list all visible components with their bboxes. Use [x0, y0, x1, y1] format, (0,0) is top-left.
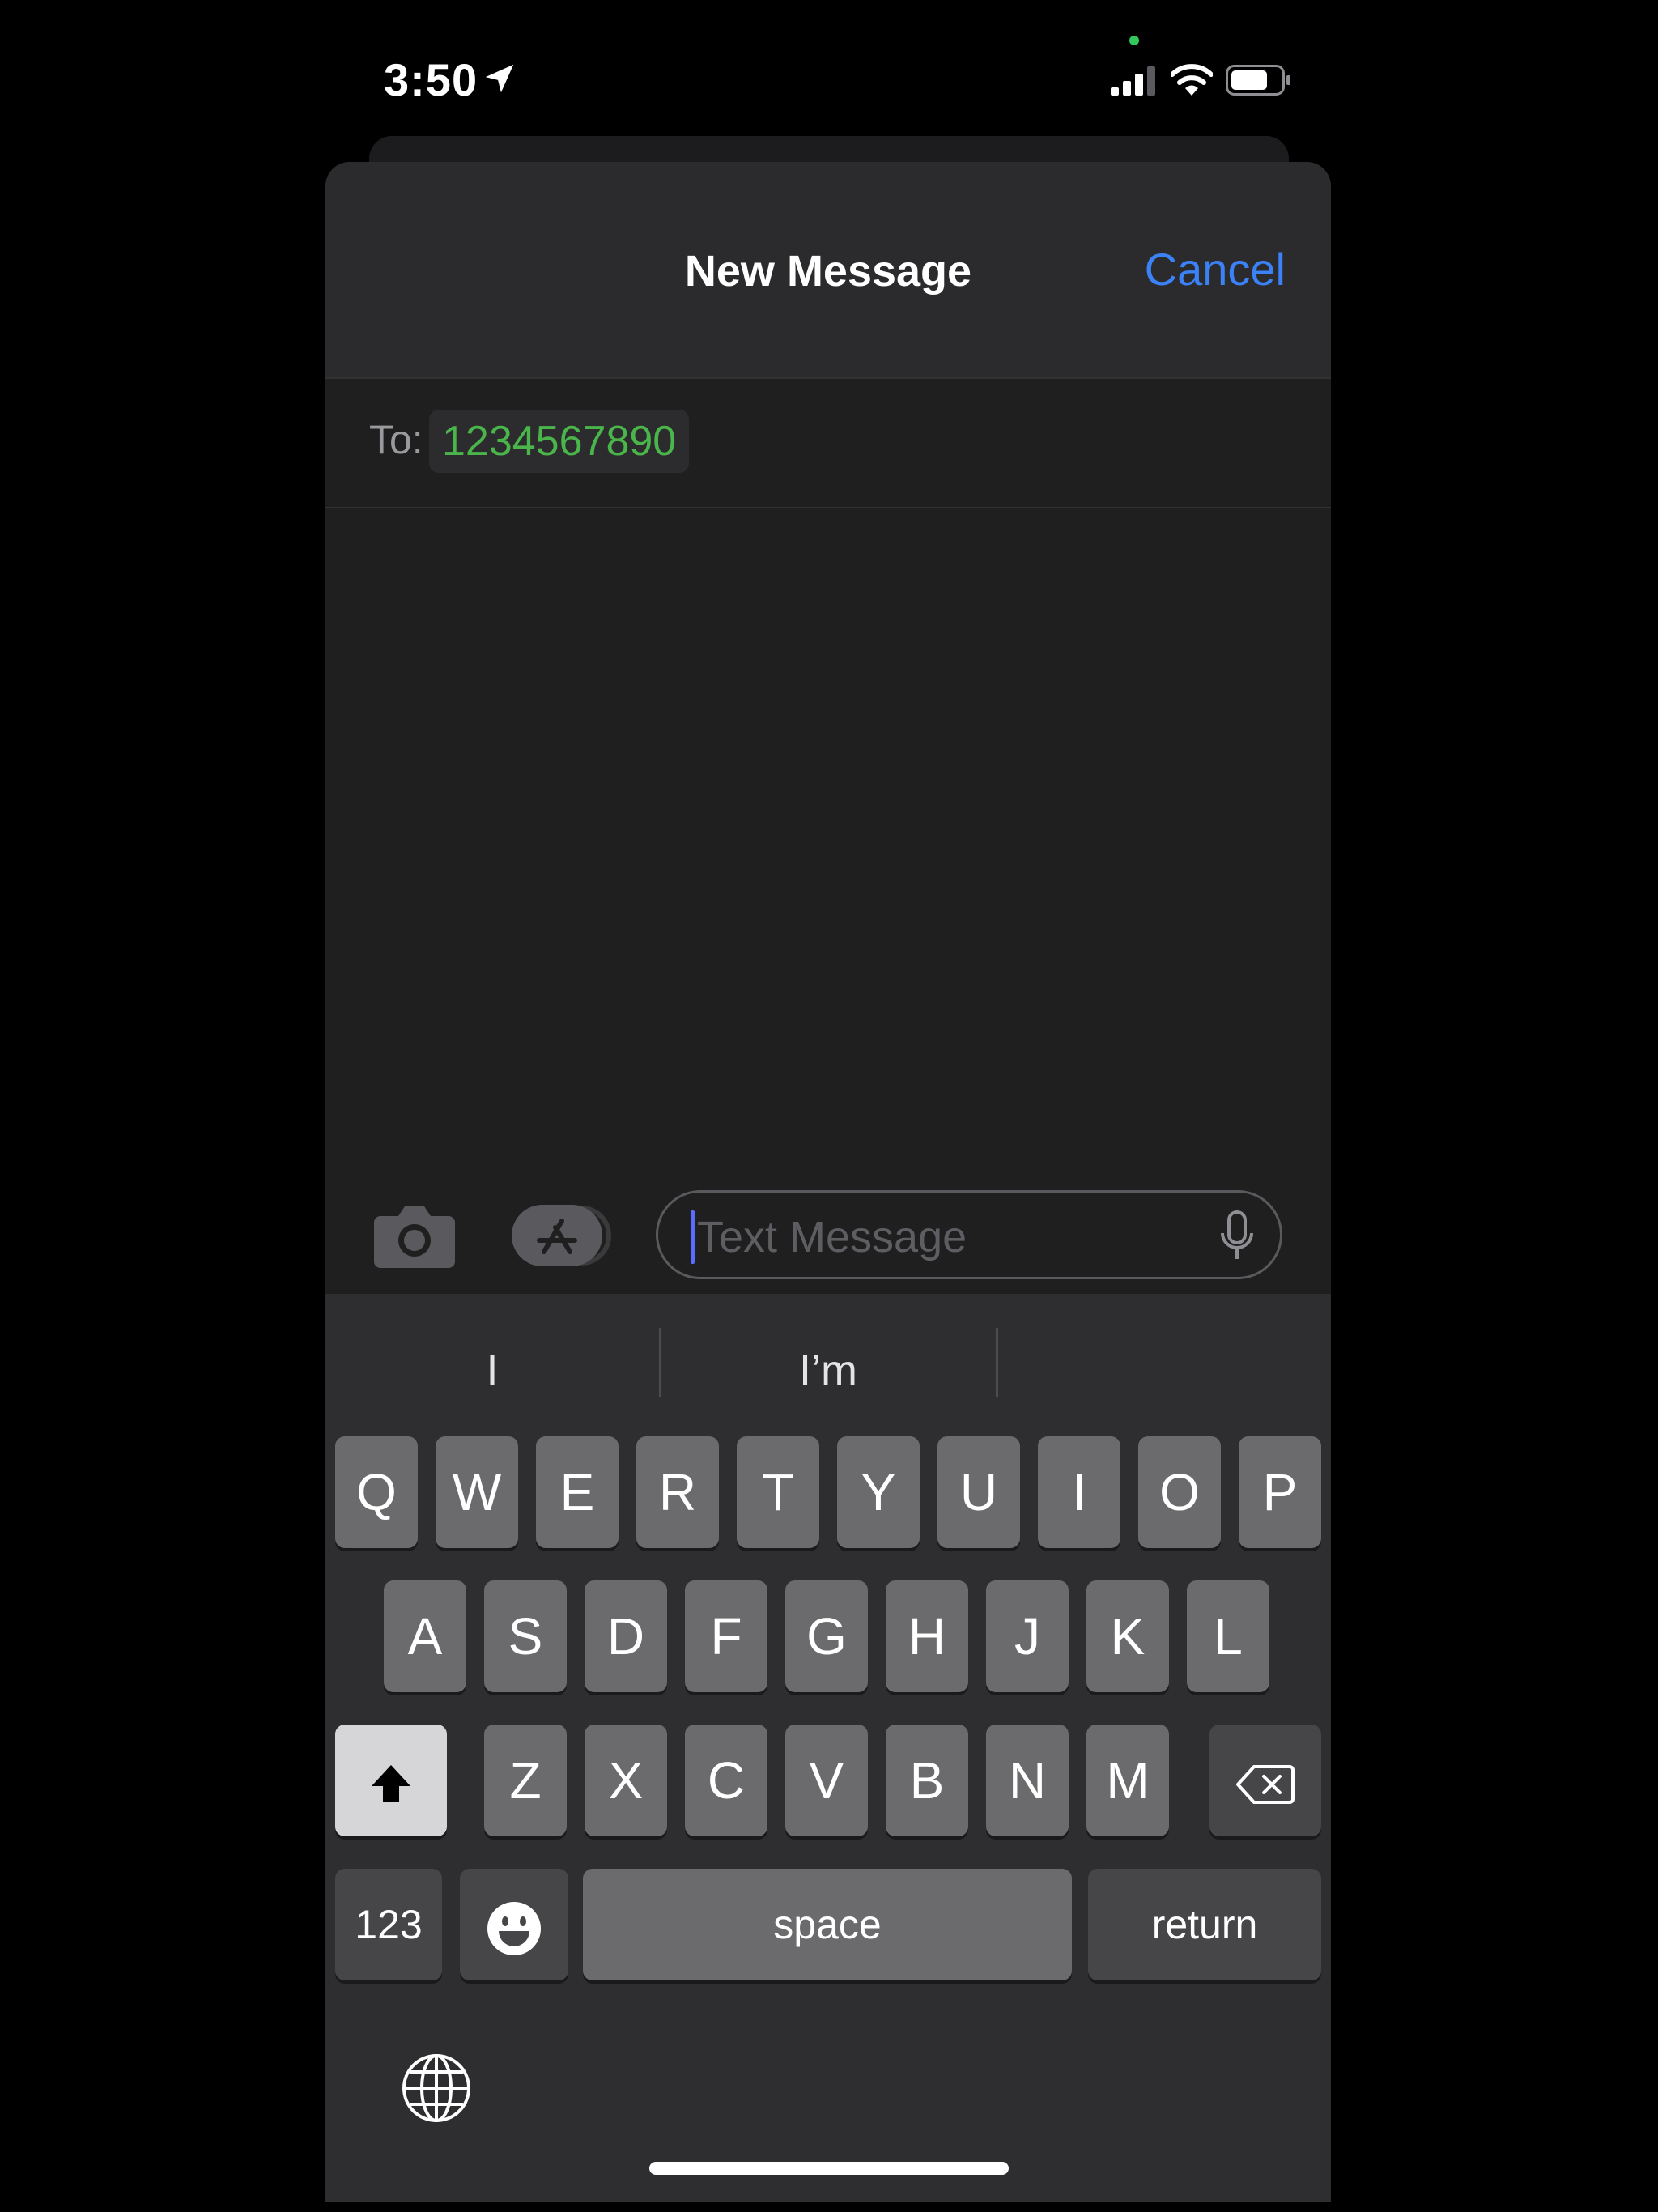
text-cursor — [691, 1210, 695, 1264]
key-r[interactable]: R — [636, 1436, 719, 1548]
key-s[interactable]: S — [484, 1580, 567, 1692]
key-y[interactable]: Y — [837, 1436, 920, 1548]
divider — [325, 507, 1331, 508]
key-f[interactable]: F — [685, 1580, 767, 1692]
return-key[interactable]: return — [1088, 1869, 1321, 1980]
key-k[interactable]: K — [1086, 1580, 1169, 1692]
suggestion-1[interactable]: I — [325, 1346, 659, 1396]
key-e[interactable]: E — [536, 1436, 619, 1548]
emoji-icon — [487, 1902, 541, 1956]
key-m[interactable]: M — [1086, 1725, 1169, 1836]
microphone-icon[interactable] — [1218, 1210, 1256, 1262]
key-o[interactable]: O — [1138, 1436, 1221, 1548]
shift-key[interactable] — [335, 1725, 447, 1836]
key-t[interactable]: T — [737, 1436, 819, 1548]
battery-icon — [1226, 65, 1290, 96]
suggestion-2[interactable]: I’m — [661, 1346, 995, 1396]
compose-sheet: New Message Cancel To: 1234567890 Text M… — [325, 162, 1331, 2202]
key-j[interactable]: J — [986, 1580, 1069, 1692]
key-x[interactable]: X — [585, 1725, 667, 1836]
message-placeholder: Text Message — [697, 1213, 967, 1261]
wifi-icon — [1171, 64, 1213, 96]
recipient-chip[interactable]: 1234567890 — [429, 410, 690, 473]
emoji-key[interactable] — [460, 1869, 568, 1980]
key-v[interactable]: V — [785, 1725, 868, 1836]
key-u[interactable]: U — [937, 1436, 1020, 1548]
delete-key[interactable] — [1209, 1725, 1321, 1836]
key-l[interactable]: L — [1187, 1580, 1269, 1692]
numbers-key[interactable]: 123 — [335, 1869, 442, 1980]
key-q[interactable]: Q — [335, 1436, 418, 1548]
shift-icon — [372, 1765, 410, 1803]
status-time: 3:50 — [384, 54, 478, 105]
cancel-button[interactable]: Cancel — [1145, 243, 1286, 296]
delete-icon — [1236, 1765, 1295, 1805]
key-i[interactable]: I — [1038, 1436, 1120, 1548]
key-d[interactable]: D — [585, 1580, 667, 1692]
nav-bar: New Message Cancel — [325, 162, 1331, 377]
key-b[interactable]: B — [886, 1725, 968, 1836]
divider — [325, 377, 1331, 379]
key-a[interactable]: A — [384, 1580, 466, 1692]
key-w[interactable]: W — [436, 1436, 518, 1548]
camera-icon[interactable] — [372, 1202, 457, 1270]
to-label: To: — [369, 417, 423, 462]
privacy-indicator-dot — [1129, 36, 1139, 45]
key-n[interactable]: N — [986, 1725, 1069, 1836]
key-z[interactable]: Z — [484, 1725, 567, 1836]
key-p[interactable]: P — [1239, 1436, 1321, 1548]
key-g[interactable]: G — [785, 1580, 868, 1692]
cellular-signal-icon — [1111, 66, 1155, 96]
location-arrow-icon — [485, 64, 514, 93]
suggestion-divider — [996, 1328, 998, 1397]
app-store-icon[interactable] — [512, 1203, 612, 1268]
message-input[interactable]: Text Message — [656, 1190, 1282, 1279]
key-c[interactable]: C — [685, 1725, 767, 1836]
home-indicator — [649, 2162, 1009, 2175]
key-h[interactable]: H — [886, 1580, 968, 1692]
globe-icon[interactable] — [400, 2052, 473, 2125]
space-key[interactable]: space — [583, 1869, 1072, 1980]
